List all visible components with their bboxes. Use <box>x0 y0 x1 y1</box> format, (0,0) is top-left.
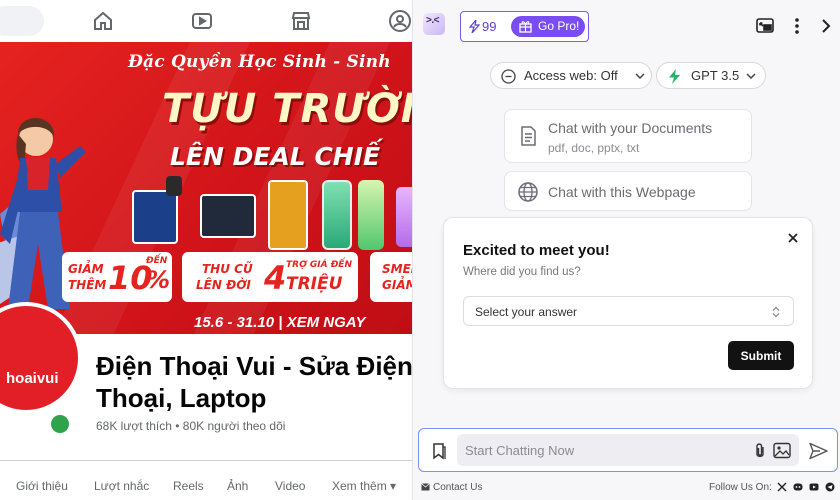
go-pro-label: Go Pro! <box>538 19 580 33</box>
banner-top-text: Đặc Quyền Học Sinh - Sinh <box>128 52 391 72</box>
divider <box>0 460 412 461</box>
promo-line: SMEI <box>382 262 412 276</box>
chat-composer <box>418 428 838 472</box>
phone-product <box>358 180 384 250</box>
access-web-toggle[interactable]: Access web: Off <box>490 62 652 89</box>
banner-date-cta[interactable]: 15.6 - 31.10 | XEM NGAY <box>194 314 366 331</box>
promo-line: GIẢM <box>68 262 104 276</box>
ssd-product <box>132 190 178 244</box>
promo-third[interactable]: SMEI GIẢM <box>370 252 412 302</box>
chat-input[interactable] <box>457 434 799 466</box>
minus-circle-icon <box>501 69 516 84</box>
bookmark-prompts-icon[interactable] <box>431 442 447 460</box>
search-box[interactable] <box>0 6 44 36</box>
gift-icon <box>519 21 532 33</box>
document-icon <box>521 126 536 146</box>
globe-icon <box>518 182 538 202</box>
promo-line: LÊN ĐỜI <box>196 278 251 292</box>
promo-tradein[interactable]: THU CŨ LÊN ĐỜI 4 TRỢ GIÁ ĐẾN TRIỆU <box>182 252 358 302</box>
facebook-page: Đặc Quyền Học Sinh - Sinh TỰU TRƯỜN LÊN … <box>0 0 412 500</box>
promo-sup: ĐẾN <box>146 256 168 266</box>
online-status-dot <box>47 411 73 437</box>
survey-question: Where did you find us? <box>463 266 581 278</box>
usb-product <box>268 180 308 250</box>
survey-title: Excited to meet you! <box>463 242 610 259</box>
chat-documents-card[interactable]: Chat with your Documents pdf, doc, pptx,… <box>504 109 752 163</box>
model-selector[interactable]: GPT 3.5 <box>656 62 766 89</box>
phone-product <box>322 180 352 250</box>
ram-product <box>166 176 182 196</box>
cover-banner[interactable]: Đặc Quyền Học Sinh - Sinh TỰU TRƯỜN LÊN … <box>0 42 412 334</box>
contact-us-label: Contact Us <box>433 482 483 493</box>
youtube-icon[interactable] <box>809 482 819 492</box>
promo-value: 4 <box>264 259 287 297</box>
discord-icon[interactable] <box>793 482 803 492</box>
follow-label: Follow Us On: <box>709 482 772 493</box>
access-web-label: Access web: Off <box>524 68 618 83</box>
promo-line: THÊM <box>68 278 107 292</box>
credits-panel[interactable]: 99 Go Pro! <box>460 11 589 42</box>
submit-label: Submit <box>740 349 782 363</box>
sidebar-footer: Contact Us Follow Us On: <box>413 478 840 500</box>
mail-icon <box>421 483 430 491</box>
facebook-top-bar <box>0 0 412 42</box>
contact-us-link[interactable]: Contact Us <box>421 482 482 493</box>
tab-about[interactable]: Giới thiệu <box>16 479 68 493</box>
banner-headline: TỰU TRƯỜN <box>162 86 412 132</box>
tab-photos[interactable]: Ảnh <box>227 479 248 493</box>
more-options-icon[interactable] <box>787 16 807 36</box>
promo-unit: TRIỆU <box>286 274 343 294</box>
banner-subheadline: LÊN DEAL CHIẾ <box>170 142 381 171</box>
survey-popup: Excited to meet you! Where did you find … <box>443 217 813 389</box>
credit-value: 99 <box>482 19 497 34</box>
page-title: Điện Thoại Vui - Sửa Điện Thoại, Laptop <box>96 351 412 413</box>
promo-line: THU CŨ <box>202 262 253 276</box>
credit-count: 99 <box>468 17 497 34</box>
go-pro-button[interactable]: Go Pro! <box>511 16 585 37</box>
image-icon[interactable] <box>773 442 791 459</box>
video-icon[interactable] <box>190 9 214 33</box>
close-icon[interactable] <box>785 230 801 246</box>
tab-more[interactable]: Xem thêm ▾ <box>332 479 396 493</box>
telegram-icon[interactable] <box>825 482 835 492</box>
promo-sup: TRỢ GIÁ ĐẾN <box>286 260 352 270</box>
promo-discount[interactable]: GIẢM THÊM 10 % ĐẾN <box>62 252 172 302</box>
answer-select[interactable]: Select your answer <box>463 296 794 326</box>
marketplace-icon[interactable] <box>289 9 313 33</box>
send-icon[interactable] <box>809 442 828 460</box>
picture-in-picture-icon[interactable] <box>755 16 775 36</box>
x-twitter-icon[interactable] <box>777 482 787 492</box>
chevron-down-icon <box>746 73 756 80</box>
card-title: Chat with this Webpage <box>548 184 696 200</box>
groups-icon[interactable] <box>388 9 412 33</box>
screen: Đặc Quyền Học Sinh - Sinh TỰU TRƯỜN LÊN … <box>0 0 840 500</box>
sidebar-header: >.< 99 Go Pro! <box>413 0 840 52</box>
chevron-up-down-icon <box>772 306 780 318</box>
app-logo[interactable]: >.< <box>423 13 445 35</box>
home-icon[interactable] <box>91 9 115 33</box>
select-value: Select your answer <box>475 305 578 319</box>
lightning-icon <box>669 69 680 84</box>
ssd-product <box>200 194 256 238</box>
ai-sidebar: >.< 99 Go Pro! Access web: Off GPT 3.5 C… <box>412 0 840 500</box>
chevron-down-icon <box>635 73 645 80</box>
promo-line: GIẢM <box>382 278 412 292</box>
logo-face: >.< <box>426 15 439 26</box>
chat-webpage-card[interactable]: Chat with this Webpage <box>504 171 752 211</box>
phone-product <box>396 187 412 247</box>
card-title: Chat with your Documents <box>548 120 713 136</box>
promo-unit: % <box>146 266 171 294</box>
model-label: GPT 3.5 <box>691 68 740 83</box>
avatar-text: hoaivui <box>6 370 59 387</box>
submit-button[interactable]: Submit <box>728 341 794 370</box>
card-subtitle: pdf, doc, pptx, txt <box>548 141 640 155</box>
tab-videos[interactable]: Video <box>275 479 305 493</box>
page-stats[interactable]: 68K lượt thích • 80K người theo dõi <box>96 419 285 433</box>
attach-icon[interactable] <box>753 442 767 460</box>
lightning-icon <box>468 17 481 34</box>
tab-mentions[interactable]: Lượt nhắc <box>94 479 149 493</box>
tab-reels[interactable]: Reels <box>173 479 204 493</box>
chevron-right-icon[interactable] <box>816 16 836 36</box>
